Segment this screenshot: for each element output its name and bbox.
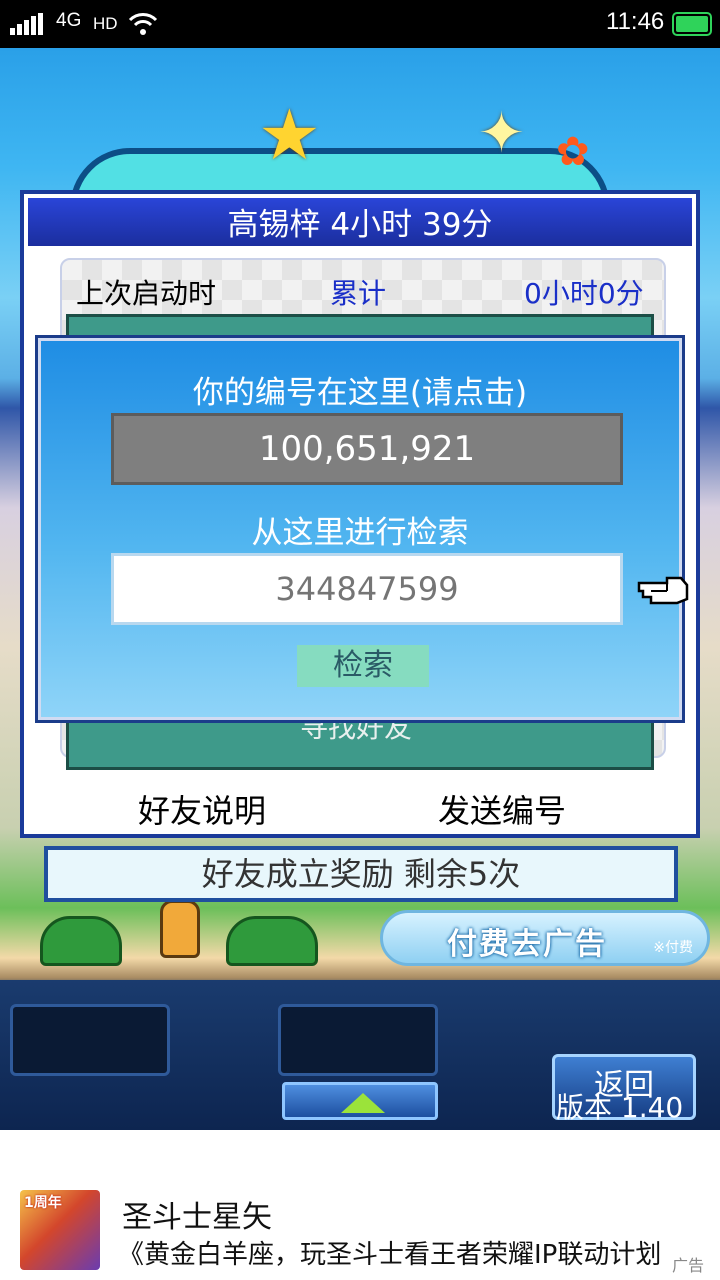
my-id-box[interactable]: 100,651,921 (111, 413, 623, 485)
send-id-button[interactable]: 发送编号 (438, 786, 566, 832)
scroll-up-button[interactable] (282, 1082, 438, 1120)
ad-title[interactable]: 圣斗士星矢 (122, 1192, 272, 1236)
friend-reward-bar: 好友成立奖励 剩余5次 (44, 846, 678, 902)
total-value: 0小时0分 (524, 277, 644, 310)
wifi-icon (128, 13, 158, 35)
pointing-hand-icon (637, 576, 689, 605)
remove-ads-banner[interactable]: 付费去广告 ※付费 (380, 910, 710, 966)
search-button[interactable]: 检索 (297, 645, 429, 687)
version-label: 版本 1.40 (556, 1091, 684, 1124)
network-type: 4G (56, 10, 82, 31)
battery-icon (672, 12, 712, 36)
friend-help-button[interactable]: 好友说明 (138, 786, 266, 832)
up-arrow-icon (341, 1093, 385, 1113)
remove-ads-note: ※付费 (653, 940, 693, 956)
id-heading: 你的编号在这里(请点击) (192, 375, 528, 411)
star-icon: ★ (258, 94, 321, 176)
cat-character (160, 900, 200, 958)
last-launch-label: 上次启动时 (76, 277, 217, 310)
friend-id-search-input[interactable] (111, 553, 623, 625)
ad-thumb-text: 1周年 (24, 1195, 62, 1211)
ad-banner-bottom[interactable]: 1周年 圣斗士星矢 《黄金白羊座，玩圣斗士看王者荣耀IP联动计划 (0, 1130, 720, 1280)
remove-ads-label: 付费去广告 (447, 927, 607, 962)
hd-indicator: HD (93, 14, 118, 33)
ad-thumbnail[interactable]: 1周年 (20, 1190, 100, 1270)
status-bar: 4G HD 11:46 (0, 0, 720, 48)
tree (40, 916, 122, 966)
signal-icon (10, 13, 46, 35)
ad-tag: 广告 (672, 1256, 705, 1275)
friend-search-overlay: 你的编号在这里(请点击) 100,651,921 从这里进行检索 检索 (35, 335, 689, 723)
star-icon: ✦ (478, 101, 525, 166)
ad-description[interactable]: 《黄金白羊座，玩圣斗士看王者荣耀IP联动计划 (118, 1234, 708, 1271)
search-heading: 从这里进行检索 (251, 515, 469, 551)
total-label: 累计 (330, 277, 387, 310)
menu-slot[interactable] (10, 1004, 170, 1076)
flower-icon: ✿ (556, 129, 590, 175)
tree (226, 916, 318, 966)
clock: 11:46 (606, 8, 665, 35)
menu-slot[interactable] (278, 1004, 438, 1076)
dialog-title: 高锡梓 4小时 39分 (28, 198, 692, 250)
